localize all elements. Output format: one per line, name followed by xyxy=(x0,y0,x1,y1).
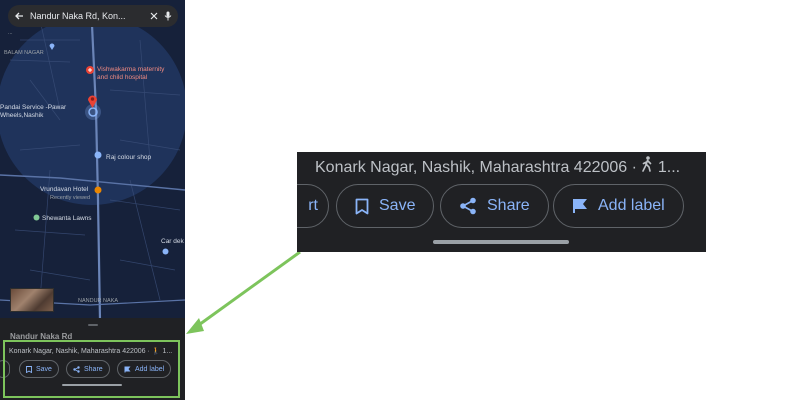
address-text: Konark Nagar, Nashik, Maharashtra 422006… xyxy=(315,159,637,176)
annotated-screenshot: Nandur Naka Rd, Kon... ... BALAM NAGAR V… xyxy=(0,0,800,400)
add-label-button[interactable]: Add label xyxy=(553,184,684,228)
save-button[interactable]: Save xyxy=(336,184,435,228)
walking-person-icon xyxy=(641,156,653,172)
partial-chip-label: rt xyxy=(308,197,318,214)
save-label: Save xyxy=(379,197,416,214)
partial-action-chip[interactable]: rt xyxy=(297,184,329,228)
bookmark-icon xyxy=(355,198,369,215)
share-label: Share xyxy=(487,197,530,214)
address-line: Konark Nagar, Nashik, Maharashtra 422006… xyxy=(315,156,680,177)
label-flag-icon xyxy=(572,198,588,214)
share-icon xyxy=(459,197,477,215)
share-button[interactable]: Share xyxy=(440,184,549,228)
add-label-label: Add label xyxy=(598,197,665,214)
travel-time: 1... xyxy=(657,159,681,176)
gesture-bar xyxy=(433,240,569,244)
zoomed-action-bar: Konark Nagar, Nashik, Maharashtra 422006… xyxy=(297,152,706,252)
